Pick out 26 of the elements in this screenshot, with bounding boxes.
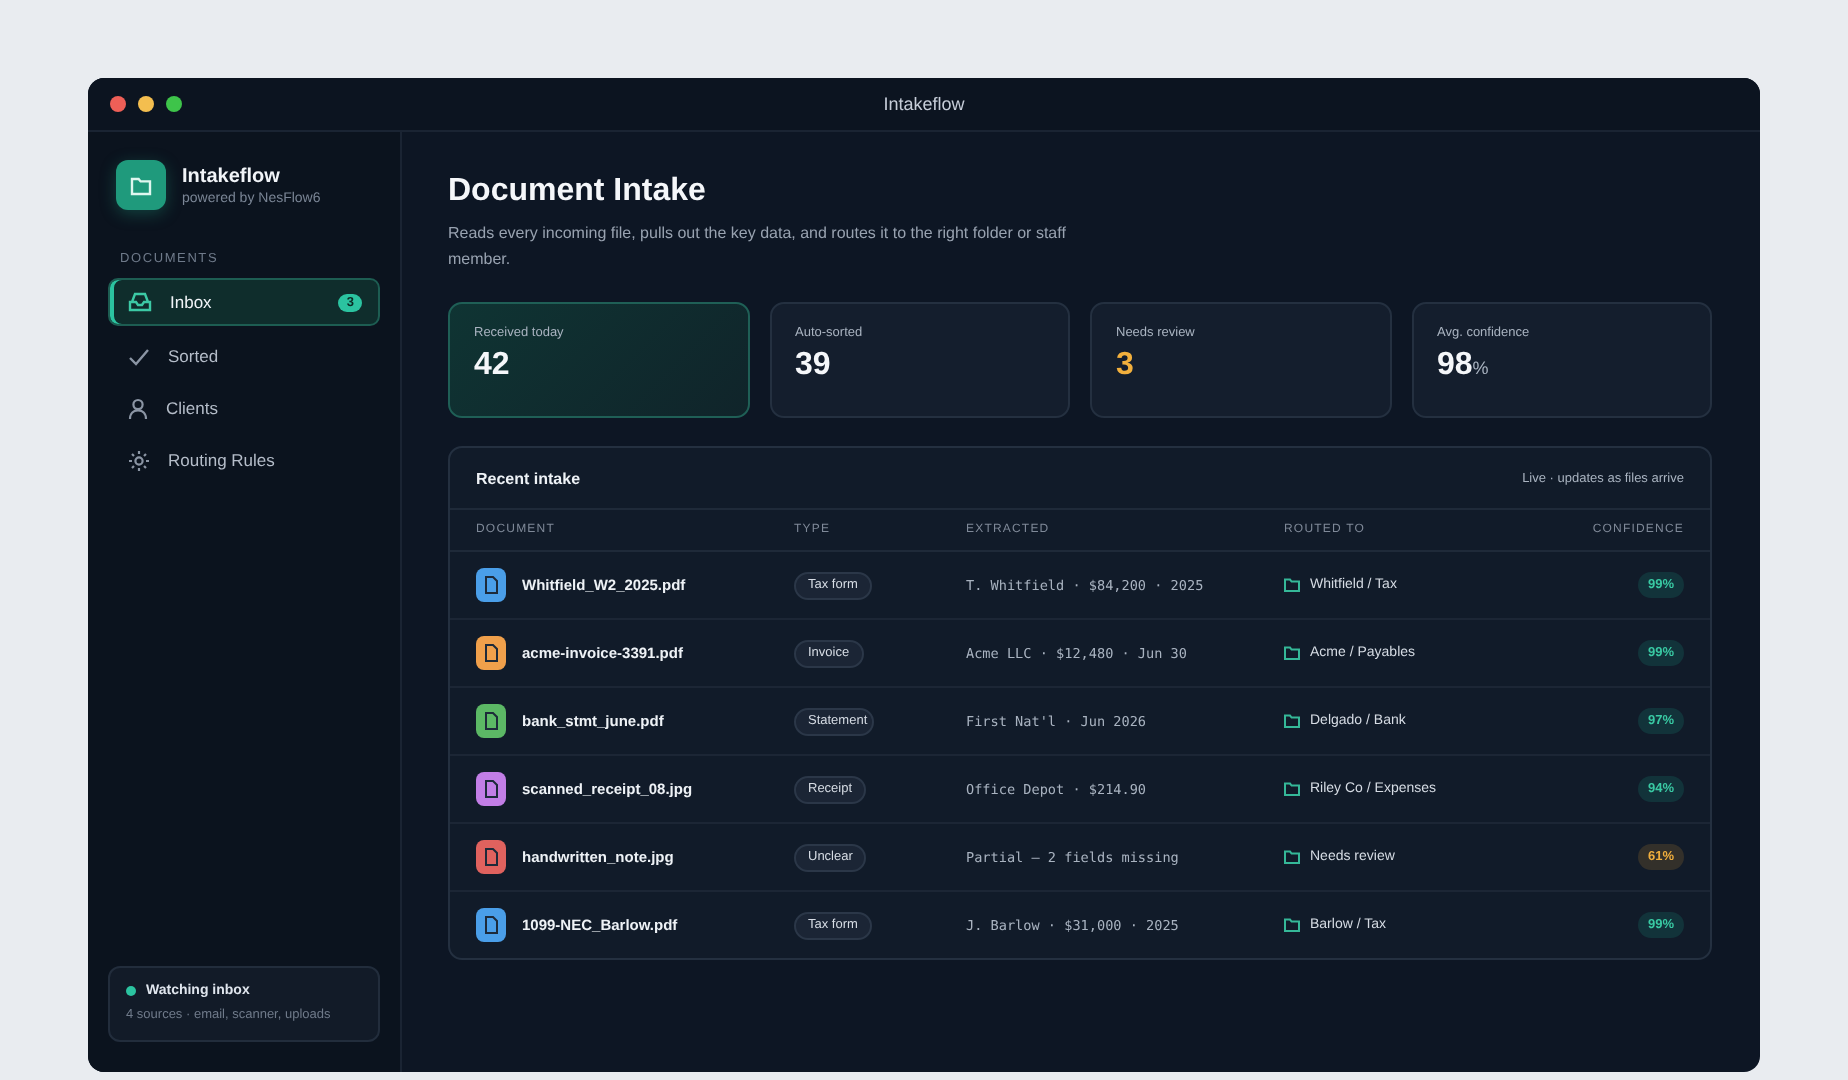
page-subtitle: Reads every incoming file, pulls out the key data, and routes it to the right folder or staff member. [448,222,1068,272]
stat-value: 42 [474,348,512,384]
stat-value: 39 [795,348,833,384]
nav-item[interactable]: Routing Rules [108,438,380,482]
checkmark-icon [128,347,150,365]
stat-value: 3 [1116,348,1136,384]
folder-icon [1284,578,1300,592]
person-icon [128,397,148,419]
zoom-button[interactable] [166,96,182,112]
nav-item[interactable]: Sorted [108,334,380,378]
folder-icon [1284,782,1300,796]
minimize-button[interactable] [138,96,154,112]
folder-icon [1284,646,1300,660]
stat-value: 98% [1437,348,1491,384]
app-logo [116,160,166,210]
nav-item[interactable]: Clients [108,386,380,430]
folder-icon [1284,714,1300,728]
inbox-icon [128,292,152,312]
window-title: Intakeflow [883,94,965,114]
table-title: Recent intake [476,469,581,487]
close-button[interactable] [110,96,126,112]
page-title: Document Intake [448,174,706,210]
folder-icon [1284,850,1300,864]
folder-icon [1284,918,1300,932]
gear-icon [128,449,150,471]
app-name: Intakeflow [182,165,282,187]
